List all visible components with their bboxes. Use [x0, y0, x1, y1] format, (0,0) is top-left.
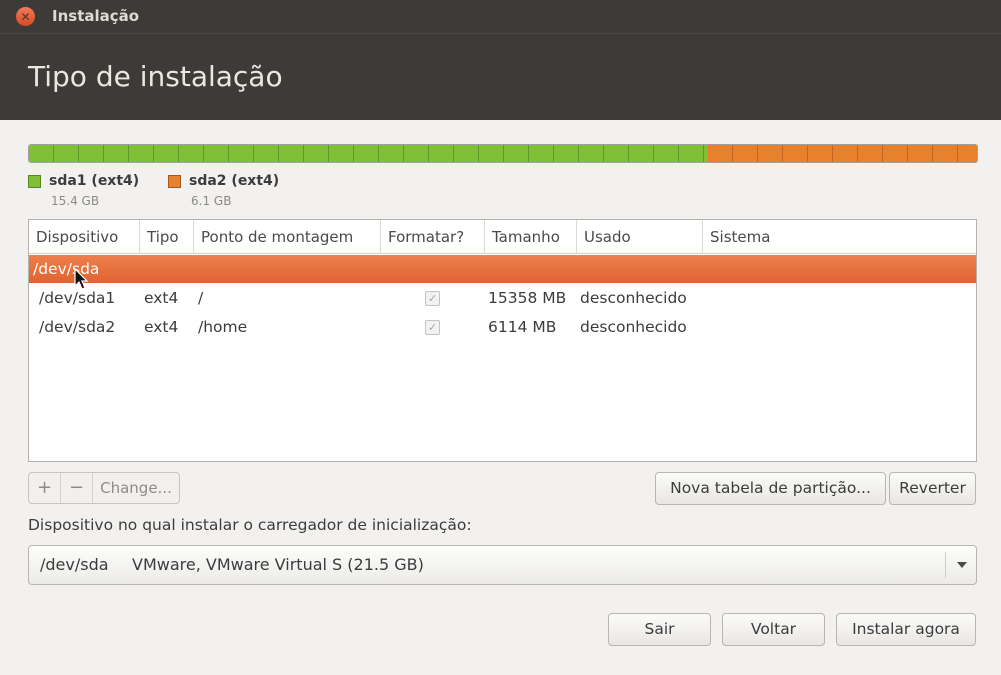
column-header-mount[interactable]: Ponto de montagem [194, 220, 381, 254]
partition-segment-sda2 [707, 145, 977, 162]
column-header-size[interactable]: Tamanho [485, 220, 577, 254]
table-row[interactable]: /dev/sda1 ext4 / ✓ 15358 MB desconhecido [29, 284, 976, 312]
table-row-device-sda[interactable]: /dev/sda [29, 255, 976, 283]
column-header-type[interactable]: Tipo [140, 220, 194, 254]
partition-segment-sda1 [29, 145, 708, 162]
device-cell: /dev/sda1 [39, 289, 116, 307]
checkmark-icon: ✓ [427, 292, 438, 305]
bootloader-device-description: VMware, VMware Virtual S (21.5 GB) [132, 555, 424, 574]
format-checkbox[interactable]: ✓ [425, 320, 440, 335]
type-cell: ext4 [144, 289, 179, 307]
used-cell: desconhecido [580, 289, 687, 307]
column-header-format[interactable]: Formatar? [381, 220, 485, 254]
window-titlebar: ✕ Instalação [0, 0, 1001, 33]
format-checkbox[interactable]: ✓ [425, 291, 440, 306]
change-partition-button[interactable]: Change... [93, 473, 179, 503]
close-icon[interactable]: ✕ [16, 7, 35, 26]
remove-partition-button[interactable]: − [61, 473, 93, 503]
bootloader-label: Dispositivo no qual instalar o carregado… [28, 516, 472, 534]
partition-bar [28, 144, 978, 163]
column-header-device[interactable]: Dispositivo [29, 220, 140, 254]
column-header-system[interactable]: Sistema [703, 220, 976, 254]
add-partition-button[interactable]: + [29, 473, 61, 503]
legend-size: 15.4 GB [51, 194, 100, 208]
bootloader-device: /dev/sda [40, 555, 109, 574]
quit-button[interactable]: Sair [608, 613, 711, 646]
page-header: Tipo de instalação [0, 33, 1001, 120]
size-cell: 6114 MB [488, 318, 557, 336]
device-cell: /dev/sda [33, 260, 100, 278]
legend-label: sda1 (ext4) [49, 173, 140, 189]
column-header-used[interactable]: Usado [577, 220, 703, 254]
bootloader-device-select[interactable]: /dev/sda VMware, VMware Virtual S (21.5 … [28, 545, 977, 585]
table-header: Dispositivo Tipo Ponto de montagem Forma… [29, 220, 976, 254]
partition-table: Dispositivo Tipo Ponto de montagem Forma… [28, 219, 977, 462]
size-cell: 15358 MB [488, 289, 567, 307]
legend-swatch-sda2 [168, 175, 181, 188]
revert-button[interactable]: Reverter [889, 472, 976, 505]
legend-size: 6.1 GB [191, 194, 232, 208]
mount-cell: /home [198, 318, 248, 336]
legend-label: sda2 (ext4) [189, 173, 280, 189]
install-now-button[interactable]: Instalar agora [836, 613, 976, 646]
mount-cell: / [198, 289, 204, 307]
device-cell: /dev/sda2 [39, 318, 116, 336]
checkmark-icon: ✓ [427, 321, 438, 334]
chevron-down-icon[interactable] [947, 546, 977, 584]
page-title: Tipo de instalação [28, 60, 283, 93]
type-cell: ext4 [144, 318, 179, 336]
back-button[interactable]: Voltar [722, 613, 825, 646]
used-cell: desconhecido [580, 318, 687, 336]
legend-swatch-sda1 [28, 175, 41, 188]
partition-edit-buttons: + − Change... [28, 472, 180, 504]
combo-divider [945, 552, 946, 578]
new-partition-table-button[interactable]: Nova tabela de partição... [655, 472, 886, 505]
window-title: Instalação [52, 7, 140, 25]
table-row[interactable]: /dev/sda2 ext4 /home ✓ 6114 MB desconhec… [29, 313, 976, 341]
